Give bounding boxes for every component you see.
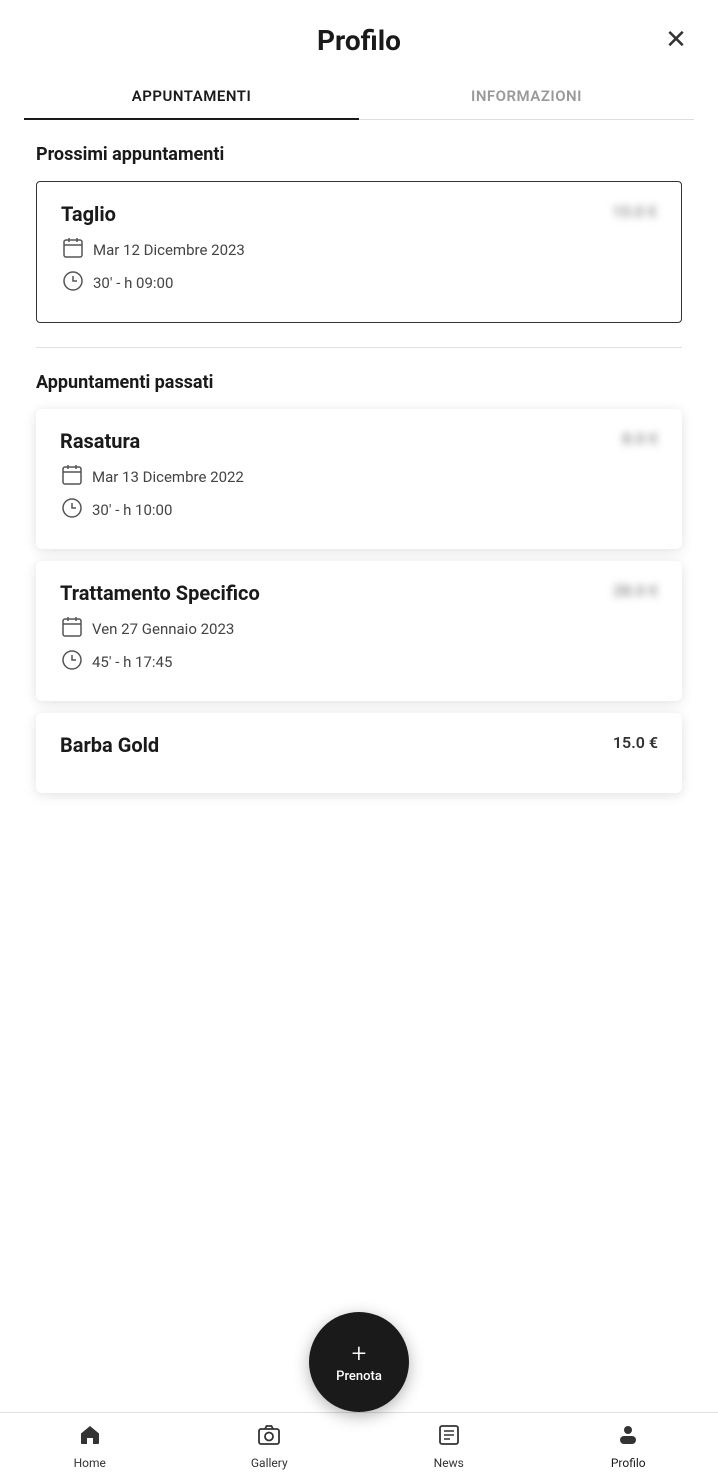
prenota-fab-button[interactable]: + Prenota — [309, 1312, 409, 1412]
home-icon — [78, 1423, 102, 1452]
appointment-name: Taglio — [61, 202, 116, 226]
appointment-price: 15.0 € — [612, 202, 657, 221]
card-header-row: Taglio 15.0 € — [61, 202, 657, 236]
appointment-name: Rasatura — [60, 429, 140, 453]
appointment-price: 15.0 € — [613, 733, 658, 752]
past-appointment-card-rasatura[interactable]: Rasatura 8.0 € Mar 13 Dicembre 2022 — [36, 409, 682, 549]
past-appointment-card-trattamento[interactable]: Trattamento Specifico 28.0 € Ven 27 Genn… — [36, 561, 682, 701]
tab-informazioni[interactable]: INFORMAZIONI — [359, 73, 694, 119]
nav-label-profilo: Profilo — [611, 1456, 646, 1470]
section-divider — [36, 347, 682, 348]
news-icon — [437, 1423, 461, 1452]
bottom-nav: Home Gallery News — [0, 1412, 718, 1480]
appointment-time-row: 30' - h 10:00 — [60, 496, 658, 524]
page-title: Profilo — [317, 24, 401, 57]
card-header-row: Rasatura 8.0 € — [60, 429, 658, 463]
close-button[interactable]: ✕ — [658, 22, 694, 58]
person-icon — [616, 1423, 640, 1452]
calendar-icon — [60, 615, 84, 643]
header: Profilo ✕ — [0, 0, 718, 73]
appointment-date-row: Ven 27 Gennaio 2023 — [60, 615, 658, 643]
clock-icon — [60, 648, 84, 676]
nav-label-gallery: Gallery — [251, 1456, 288, 1470]
appointment-date: Mar 13 Dicembre 2022 — [92, 468, 244, 486]
card-header-row: Barba Gold 15.0 € — [60, 733, 658, 767]
appointment-date: Ven 27 Gennaio 2023 — [92, 620, 234, 638]
fab-label: Prenota — [336, 1369, 382, 1384]
past-section-title: Appuntamenti passati — [36, 372, 682, 393]
appointment-name: Trattamento Specifico — [60, 581, 260, 605]
calendar-icon — [61, 236, 85, 264]
nav-item-home[interactable]: Home — [0, 1413, 180, 1480]
appointment-price: 8.0 € — [622, 429, 658, 448]
nav-item-gallery[interactable]: Gallery — [180, 1413, 360, 1480]
upcoming-appointment-card[interactable]: Taglio 15.0 € Mar 12 Dicembre 2023 — [36, 181, 682, 323]
appointment-duration: 30' - h 10:00 — [92, 501, 172, 519]
nav-label-home: Home — [74, 1456, 106, 1470]
nav-item-profilo[interactable]: Profilo — [539, 1413, 718, 1480]
fab-plus-icon: + — [352, 1341, 367, 1367]
appointment-time-row: 45' - h 17:45 — [60, 648, 658, 676]
appointment-date: Mar 12 Dicembre 2023 — [93, 241, 245, 259]
close-icon: ✕ — [665, 25, 687, 55]
appointment-name: Barba Gold — [60, 733, 159, 757]
nav-item-news[interactable]: News — [359, 1413, 539, 1480]
appointment-price: 28.0 € — [613, 581, 658, 600]
calendar-icon — [60, 463, 84, 491]
tab-appuntamenti[interactable]: APPUNTAMENTI — [24, 73, 359, 119]
appointment-duration: 30' - h 09:00 — [93, 274, 173, 292]
main-content: Prossimi appuntamenti Taglio 15.0 € Mar … — [0, 120, 718, 817]
clock-icon — [60, 496, 84, 524]
camera-icon — [257, 1423, 281, 1452]
tab-bar: APPUNTAMENTI INFORMAZIONI — [24, 73, 694, 120]
clock-icon — [61, 269, 85, 297]
past-appointment-card-barba[interactable]: Barba Gold 15.0 € — [36, 713, 682, 793]
upcoming-section-title: Prossimi appuntamenti — [36, 144, 682, 165]
appointment-date-row: Mar 12 Dicembre 2023 — [61, 236, 657, 264]
nav-label-news: News — [434, 1456, 464, 1470]
appointment-duration: 45' - h 17:45 — [92, 653, 172, 671]
fab-container: + Prenota — [309, 1312, 409, 1412]
appointment-date-row: Mar 13 Dicembre 2022 — [60, 463, 658, 491]
appointment-time-row: 30' - h 09:00 — [61, 269, 657, 297]
card-header-row: Trattamento Specifico 28.0 € — [60, 581, 658, 615]
